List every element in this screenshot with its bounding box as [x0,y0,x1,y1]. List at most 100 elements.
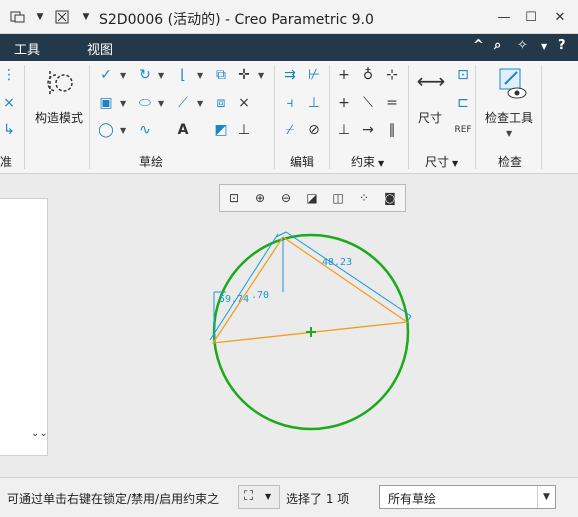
close-button[interactable]: ✕ [549,6,571,28]
model-tree-panel: ⌄⌄ [0,174,50,477]
collapse-ribbon-icon[interactable]: ^ [473,38,484,53]
status-message: 可通过单击右键在锁定/禁用/启用约束之 [7,492,220,506]
ribbon: ⋮ × ↳ 准 构造模式 ✓ ▼ ↻ ▼ ⌊ ▼ ⧉ ✛ ▼ ▣ ▼ ⬭ ▼ ⟋… [0,61,578,174]
mirror-icon[interactable]: ⫞ [281,94,299,112]
find-button[interactable]: ⛶ ▼ [238,485,280,509]
title-bar: ▼ ▼ S2D0006 (活动的) - Creo Parametric 9.0 … [0,0,578,34]
group-separator [89,65,90,169]
group-label-constraints[interactable]: 约束 ▼ [351,153,384,170]
modify-icon[interactable]: ⇉ [281,66,299,84]
palette-icon[interactable]: ◩ [212,121,230,139]
sketch-display-icon[interactable]: ◙ [380,189,400,207]
vertical-constraint-icon[interactable]: + [335,66,353,84]
minimize-button[interactable]: — [493,6,515,28]
construction-mode-icon[interactable] [46,69,74,97]
datum-icon[interactable]: ⋮ [0,66,18,84]
expand-chevron-icon[interactable]: ⌄⌄ [31,428,48,439]
chevron-down-icon[interactable]: ▼ [158,71,164,80]
perpendicular-constraint-icon[interactable]: ⊥ [335,121,353,139]
coordinate-system-icon[interactable]: ⊥ [235,121,253,139]
divide-icon[interactable]: ⊬ [305,66,323,84]
chevron-down-icon[interactable]: ▼ [197,99,203,108]
line-chain-icon[interactable]: ✓ [97,66,115,84]
inspect-tools-label[interactable]: 检查工具 [485,109,533,126]
community-icon[interactable]: ✧ [517,38,528,53]
sketch-canvas[interactable]: 48.23 59.74 .70 [50,174,578,477]
dimension-text-angle[interactable]: .70 [251,290,269,301]
point-icon[interactable]: × [235,94,253,112]
help-icon[interactable]: ? [558,38,566,53]
chevron-down-icon: ▼ [378,159,385,168]
coincident-constraint-icon[interactable]: ⟍ [359,94,377,112]
inspect-tools-icon[interactable] [497,66,529,100]
tangent-constraint-icon[interactable]: ♁ [359,66,377,84]
chamfer-icon[interactable]: ⟋ [174,94,192,112]
reference-dimension-icon[interactable]: REF [454,121,472,139]
group-label-datum: 准 [0,155,13,169]
model-tree[interactable] [0,198,48,456]
graphics-area[interactable]: 48.23 59.74 .70 [50,174,578,477]
datum-display-icon[interactable]: ⁘ [354,189,374,207]
menu-tools[interactable]: 工具 [14,39,40,58]
dimension-text-left[interactable]: 59.74 [219,294,249,305]
chevron-down-icon[interactable]: ▼ [541,42,547,51]
menu-view[interactable]: 视图 [87,39,113,58]
display-style-icon[interactable]: ◫ [328,189,348,207]
search-icon[interactable]: ⌕ [494,38,501,53]
chevron-down-icon[interactable]: ▼ [80,7,92,27]
chevron-down-icon[interactable]: ▼ [120,99,126,108]
symmetric-constraint-icon[interactable]: → [359,121,377,139]
corner-icon[interactable]: ⊥ [305,94,323,112]
group-label-sketch: 草绘 [139,155,164,169]
thicken-icon[interactable]: ⧈ [212,94,230,112]
chevron-down-icon[interactable]: ▼ [158,99,164,108]
datum-point-icon[interactable]: × [0,94,18,112]
delete-segment-icon[interactable]: ⌿ [281,121,299,139]
fillet-icon[interactable]: ⌊ [174,66,192,84]
chevron-down-icon[interactable]: ▼ [34,7,46,27]
circle-icon[interactable]: ◯ [97,121,115,139]
spline-icon[interactable]: ∿ [136,121,154,139]
group-separator [24,65,25,169]
horizontal-constraint-icon[interactable]: + [335,94,353,112]
dimension-icon[interactable]: ⟷ [414,69,448,93]
chevron-down-icon[interactable]: ▼ [197,71,203,80]
midpoint-constraint-icon[interactable]: ⊹ [383,66,401,84]
chevron-down-icon[interactable]: ▼ [120,126,126,135]
refit-icon[interactable]: ⊡ [224,189,244,207]
zoom-out-icon[interactable]: ⊖ [276,189,296,207]
maximize-button[interactable]: ☐ [520,6,542,28]
group-separator [329,65,330,169]
parallel-constraint-icon[interactable]: ∥ [383,121,401,139]
equal-constraint-icon[interactable]: = [383,94,401,112]
arc-icon[interactable]: ↻ [136,66,154,84]
ellipse-icon[interactable]: ⬭ [136,94,154,112]
baseline-icon[interactable]: ⊏ [454,94,472,112]
perimeter-icon[interactable]: ⊡ [454,66,472,84]
dimension-line-left[interactable] [209,233,279,341]
dimension-line-top[interactable] [285,231,412,317]
chevron-down-icon[interactable]: ▼ [120,71,126,80]
view-toolbar: ⊡ ⊕ ⊖ ◪ ◫ ⁘ ◙ [219,184,406,212]
group-separator [274,65,275,169]
selection-filter-value: 所有草绘 [388,492,437,506]
group-label-inspect: 检查 [498,155,523,169]
chevron-down-icon[interactable]: ▼ [506,129,512,138]
group-label-dimension[interactable]: 尺寸 ▼ [425,153,458,170]
datum-csys-icon[interactable]: ↳ [0,121,18,139]
selection-filter-select[interactable]: 所有草绘 ▼ [379,485,556,509]
rectangle-icon[interactable]: ▣ [97,94,115,112]
text-icon[interactable]: A [174,121,192,139]
chevron-down-icon[interactable]: ▼ [537,486,555,508]
rotate-resize-icon[interactable]: ⊘ [305,121,323,139]
repaint-icon[interactable]: ◪ [302,189,322,207]
status-bar: 可通过单击右键在锁定/禁用/启用约束之 ⛶ ▼ 选择了 1 项 所有草绘 ▼ [0,477,578,517]
offset-icon[interactable]: ⧉ [212,66,230,84]
centerline-icon[interactable]: ✛ [235,66,253,84]
window-layout-icon[interactable] [6,7,30,27]
dimension-text-top[interactable]: 48.23 [322,257,352,268]
zoom-in-icon[interactable]: ⊕ [250,189,270,207]
binoculars-icon: ⛶ [244,489,254,504]
close-window-icon[interactable] [54,7,70,27]
chevron-down-icon[interactable]: ▼ [258,71,264,80]
